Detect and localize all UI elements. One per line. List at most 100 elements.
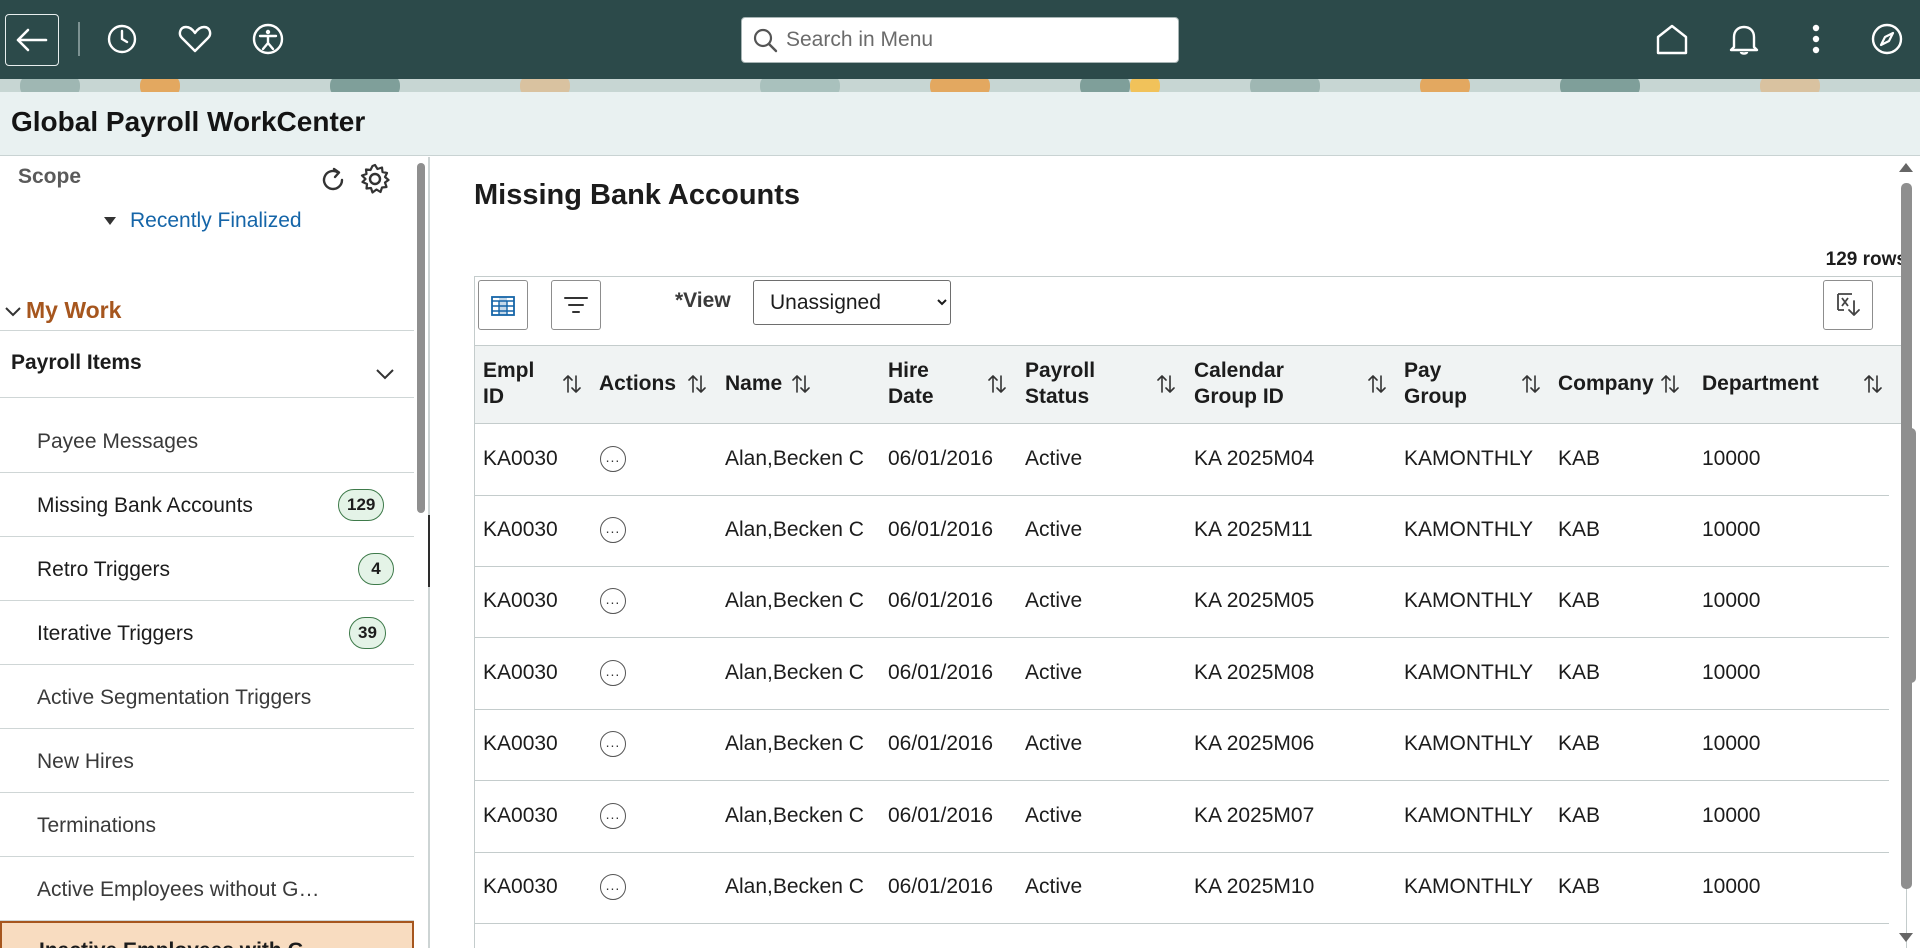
nav-item-active-segmentation-triggers[interactable]: Active Segmentation Triggers	[0, 665, 414, 729]
refresh-icon	[322, 167, 344, 191]
nav-item-terminations[interactable]: Terminations	[0, 793, 414, 857]
cell-hire-date: 06/01/2016	[888, 661, 994, 684]
personalize-columns-button[interactable]	[478, 280, 528, 330]
page-title: Global Payroll WorkCenter	[11, 106, 366, 137]
accessibility-button[interactable]	[248, 19, 288, 59]
cell-company: KAB	[1558, 732, 1601, 755]
table-row[interactable]: KA0030 ... Alan,Becken C 06/01/2016 Acti…	[475, 566, 1889, 638]
column-header-hire-date[interactable]: Hire Date	[888, 358, 934, 410]
nav-item-label: Inactive Employees with G…	[39, 939, 325, 948]
navigator-button[interactable]	[1867, 19, 1907, 59]
scope-settings-button[interactable]	[357, 161, 393, 197]
table-row[interactable]: KA0030 ... Alan,Becken C 06/01/2016 Acti…	[475, 852, 1889, 924]
row-actions-button[interactable]: ...	[600, 446, 626, 472]
ellipsis-icon: ...	[605, 590, 621, 607]
gear-icon	[360, 163, 390, 194]
payroll-items-section-toggle[interactable]: Payroll Items	[0, 332, 414, 398]
cell-department: 10000	[1702, 661, 1761, 684]
payroll-items-label: Payroll Items	[11, 351, 142, 374]
nav-item-missing-bank-accounts[interactable]: Missing Bank Accounts 129	[0, 473, 414, 537]
ellipsis-icon: ...	[605, 519, 621, 536]
back-button[interactable]	[5, 14, 59, 66]
menu-search[interactable]	[741, 17, 1179, 63]
nav-item-retro-triggers[interactable]: Retro Triggers 4	[0, 537, 414, 601]
sort-icon[interactable]	[1156, 373, 1176, 395]
column-header-pay-group[interactable]: Pay Group	[1404, 358, 1467, 410]
sort-icon[interactable]	[1660, 373, 1680, 395]
back-icon	[16, 28, 48, 52]
cell-name: Alan,Becken C	[725, 447, 864, 470]
filter-icon	[564, 297, 588, 313]
nav-item-new-hires[interactable]: New Hires	[0, 729, 414, 793]
search-input[interactable]	[778, 20, 1178, 60]
view-select[interactable]: Unassigned	[753, 280, 951, 325]
row-actions-button[interactable]: ...	[600, 660, 626, 686]
cell-pay-group: KAMONTHLY	[1404, 661, 1534, 684]
cell-payroll-status: Active	[1025, 804, 1083, 827]
column-header-actions[interactable]: Actions	[599, 371, 676, 397]
page-scroll-down-arrow[interactable]	[1899, 933, 1913, 942]
sort-icon[interactable]	[987, 373, 1007, 395]
column-header-line: Pay	[1404, 359, 1442, 382]
grid-header-row: Empl ID Actions Name Hire Date Payroll Stat…	[475, 345, 1906, 424]
count-badge: 129	[338, 489, 385, 521]
cell-emplid: KA0030	[483, 661, 558, 684]
recently-finalized-toggle[interactable]: Recently Finalized	[104, 209, 302, 233]
column-header-calendar-group-id[interactable]: Calendar Group ID	[1194, 358, 1284, 410]
sort-icon[interactable]	[1863, 373, 1883, 395]
row-actions-button[interactable]: ...	[600, 874, 626, 900]
scope-refresh-button[interactable]	[316, 163, 350, 197]
table-row[interactable]: KA0030 ... Alan,Becken C 06/01/2016 Acti…	[475, 781, 1889, 853]
home-icon	[1656, 24, 1688, 55]
export-to-excel-button[interactable]	[1823, 280, 1873, 330]
row-actions-button[interactable]: ...	[600, 588, 626, 614]
column-header-company[interactable]: Company	[1558, 371, 1654, 397]
my-work-section-toggle[interactable]: My Work	[0, 291, 414, 331]
cell-pay-group: KAMONTHLY	[1404, 589, 1534, 612]
cell-department: 10000	[1702, 875, 1761, 898]
grid-toolbar: *View Unassigned	[475, 277, 1906, 347]
page-scroll-up-arrow[interactable]	[1899, 163, 1913, 172]
table-row[interactable]: KA0030 ... Alan,Becken C 06/01/2016 Acti…	[475, 424, 1889, 496]
column-header-payroll-status[interactable]: Payroll Status	[1025, 358, 1095, 410]
column-header-department[interactable]: Department	[1702, 371, 1819, 397]
left-panel-scroll-thumb[interactable]	[417, 163, 425, 513]
nav-item-inactive-employees-with-g[interactable]: Inactive Employees with G…	[0, 921, 414, 948]
row-actions-button[interactable]: ...	[600, 731, 626, 757]
table-row[interactable]: KA0030 ... Alan,Becken C 06/01/2016 Acti…	[475, 495, 1889, 567]
favorites-button[interactable]	[175, 19, 215, 59]
nav-item-payee-messages[interactable]: Payee Messages	[0, 409, 414, 473]
table-row[interactable]: KA0030 ... Alan,Becken C 06/01/2016 Acti…	[475, 709, 1889, 781]
filter-button[interactable]	[551, 280, 601, 330]
cell-pay-group: KAMONTHLY	[1404, 732, 1534, 755]
column-header-name[interactable]: Name	[725, 371, 782, 397]
top-nav-bar	[0, 0, 1920, 79]
sort-icon[interactable]	[687, 373, 707, 395]
notifications-button[interactable]	[1724, 19, 1764, 59]
sort-icon[interactable]	[1521, 373, 1541, 395]
sort-icon[interactable]	[562, 373, 582, 395]
ellipsis-icon: ...	[605, 448, 621, 465]
page-scroll-thumb[interactable]	[1901, 183, 1912, 889]
cell-name: Alan,Becken C	[725, 804, 864, 827]
cell-department: 10000	[1702, 447, 1761, 470]
home-button[interactable]	[1652, 19, 1692, 59]
nav-item-iterative-triggers[interactable]: Iterative Triggers 39	[0, 601, 414, 665]
nav-item-label: Active Segmentation Triggers	[37, 686, 312, 709]
cell-company: KAB	[1558, 875, 1601, 898]
nav-item-active-employees-without-g[interactable]: Active Employees without G…	[0, 857, 414, 921]
sort-icon[interactable]	[791, 373, 811, 395]
column-header-line: Group ID	[1194, 385, 1284, 408]
sort-icon[interactable]	[1367, 373, 1387, 395]
ellipsis-icon: ...	[605, 876, 621, 893]
row-actions-button[interactable]: ...	[600, 803, 626, 829]
cell-company: KAB	[1558, 589, 1601, 612]
history-button[interactable]	[102, 19, 142, 59]
table-row[interactable]: KA0030 ... Alan,Becken C 06/01/2016 Acti…	[475, 638, 1889, 710]
more-options-button[interactable]	[1796, 19, 1836, 59]
column-header-emplid[interactable]: Empl ID	[483, 358, 534, 410]
cell-emplid: KA0030	[483, 518, 558, 541]
recently-finalized-link[interactable]: Recently Finalized	[130, 209, 302, 233]
column-header-line: Actions	[599, 372, 677, 395]
row-actions-button[interactable]: ...	[600, 517, 626, 543]
